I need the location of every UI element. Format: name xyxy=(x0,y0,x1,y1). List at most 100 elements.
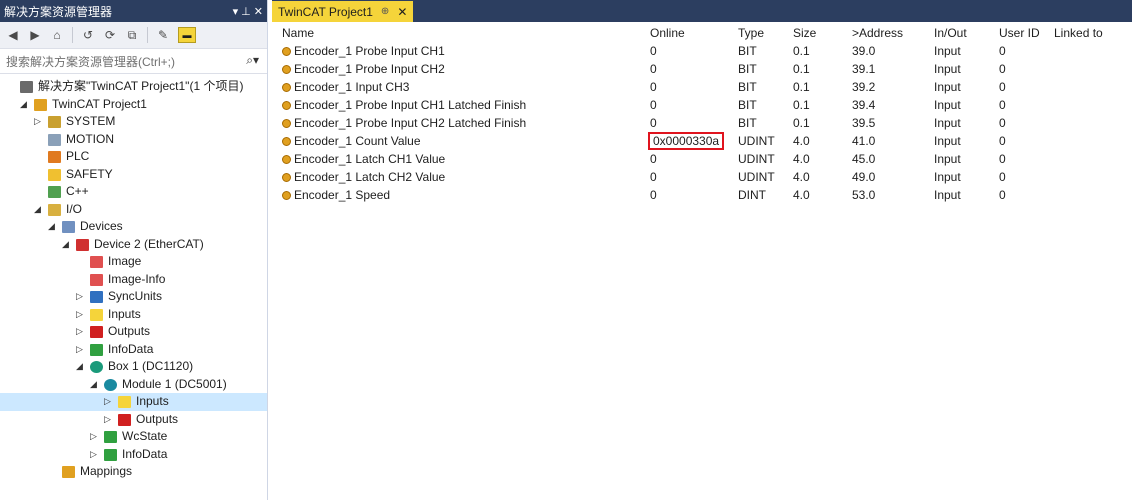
inout-value: Input xyxy=(934,170,961,184)
collapse-arrow-icon[interactable]: ◢ xyxy=(62,236,72,254)
expand-arrow-icon[interactable]: ▷ xyxy=(104,393,114,411)
home-icon[interactable]: ⌂ xyxy=(50,28,64,42)
tree-node[interactable]: ▷ WcState xyxy=(0,428,267,446)
variable-name-cell: Encoder_1 Latch CH2 Value xyxy=(282,168,445,186)
tree-node-label: MOTION xyxy=(66,131,114,146)
tree-node[interactable]: ▷ Outputs xyxy=(0,411,267,429)
table-row[interactable]: Encoder_1 Input CH3 0 BIT 0.1 39.2 Input 0 xyxy=(272,78,1132,96)
tree-node-label: C++ xyxy=(66,184,89,198)
userid-cell: 0 xyxy=(999,114,1006,132)
col-header-userid[interactable]: User ID xyxy=(999,24,1040,42)
search-input[interactable]: 搜索解决方案资源管理器(Ctrl+;) xyxy=(6,53,175,70)
address-cell: 39.0 xyxy=(852,42,875,60)
io-icon xyxy=(48,203,61,216)
expand-arrow-icon[interactable]: ▷ xyxy=(76,306,86,324)
tree-node[interactable]: 解决方案"TwinCAT Project1"(1 个项目) xyxy=(0,78,267,96)
copy-icon[interactable]: ⧉ xyxy=(125,28,139,42)
expand-arrow-icon[interactable]: ▷ xyxy=(104,411,114,429)
refresh-icon[interactable]: ⟳ xyxy=(103,28,117,42)
expand-arrow-icon[interactable]: ▷ xyxy=(76,323,86,341)
tab-twincat-project1[interactable]: TwinCAT Project1 ⊕ ✕ xyxy=(272,1,414,22)
tree-node[interactable]: ▷ Inputs xyxy=(0,306,267,324)
table-row[interactable]: Encoder_1 Probe Input CH1 0 BIT 0.1 39.0 Inpu… xyxy=(272,42,1132,60)
table-row[interactable]: Encoder_1 Probe Input CH2 Latched Finish… xyxy=(272,114,1132,132)
tree-node[interactable]: Mappings xyxy=(0,463,267,481)
tree-node[interactable]: ◢ Device 2 (EtherCAT) xyxy=(0,236,267,254)
collapse-arrow-icon[interactable]: ◢ xyxy=(34,201,44,219)
table-row[interactable]: Encoder_1 Speed 0 DINT 4.0 53.0 Input 0 xyxy=(272,186,1132,204)
address-cell: 49.0 xyxy=(852,168,875,186)
type-value: UDINT xyxy=(738,170,775,184)
userid-cell: 0 xyxy=(999,42,1006,60)
tree-node[interactable]: ◢ TwinCAT Project1 xyxy=(0,96,267,114)
tree-node[interactable]: ◢ Box 1 (DC1120) xyxy=(0,358,267,376)
properties-icon[interactable]: ✎ xyxy=(156,28,170,42)
expand-arrow-icon[interactable]: ▷ xyxy=(90,428,100,446)
tree-node-label: PLC xyxy=(66,149,90,163)
collapse-arrow-icon[interactable]: ◢ xyxy=(48,218,58,236)
history-icon[interactable]: ↺ xyxy=(81,28,95,42)
col-header-address[interactable]: >Address xyxy=(852,24,903,42)
table-row[interactable]: Encoder_1 Probe Input CH2 0 BIT 0.1 39.1 Inpu… xyxy=(272,60,1132,78)
ethercat-icon xyxy=(76,238,89,251)
tree-node-label: Image-Info xyxy=(108,271,166,286)
col-header-inout[interactable]: In/Out xyxy=(934,24,967,42)
inout-cell: Input xyxy=(934,60,961,78)
expand-arrow-icon[interactable]: ▷ xyxy=(76,341,86,359)
tree-node[interactable]: ▷ Inputs xyxy=(0,393,267,411)
pane-window-controls[interactable]: ▾ ⊥ ✕ xyxy=(233,0,263,22)
collapse-arrow-icon[interactable]: ◢ xyxy=(90,376,100,394)
col-header-size[interactable]: Size xyxy=(793,24,816,42)
tab-pin-icon[interactable]: ⊕ xyxy=(381,6,389,17)
userid-cell: 0 xyxy=(999,150,1006,168)
pin-toggle-icon[interactable]: ▬ xyxy=(178,27,196,43)
collapse-arrow-icon[interactable]: ◢ xyxy=(76,358,86,376)
type-cell: UDINT xyxy=(738,132,775,150)
tree-node[interactable]: PLC xyxy=(0,148,267,166)
table-row[interactable]: Encoder_1 Latch CH2 Value 0 UDINT 4.0 49.0 In… xyxy=(272,168,1132,186)
tree-node[interactable]: Image-Info xyxy=(0,271,267,289)
tree-node-label: WcState xyxy=(122,429,168,443)
expand-arrow-icon[interactable]: ▷ xyxy=(34,113,44,131)
tree-node[interactable]: ◢ I/O xyxy=(0,201,267,219)
tab-close-icon[interactable]: ✕ xyxy=(397,5,407,19)
col-header-name[interactable]: Name xyxy=(282,24,314,42)
tree-node[interactable]: SAFETY xyxy=(0,166,267,184)
expand-arrow-icon[interactable]: ▷ xyxy=(90,446,100,464)
collapse-arrow-icon[interactable]: ◢ xyxy=(20,96,30,114)
userid-value: 0 xyxy=(999,44,1006,58)
userid-cell: 0 xyxy=(999,132,1006,150)
tree-node[interactable]: MOTION xyxy=(0,131,267,149)
type-cell: BIT xyxy=(738,114,757,132)
table-row[interactable]: Encoder_1 Count Value 0x0000330a UDINT 4.0 4… xyxy=(272,132,1132,150)
input-variable-icon xyxy=(282,119,291,129)
tree-node[interactable]: ◢ Devices xyxy=(0,218,267,236)
col-header-type[interactable]: Type xyxy=(738,24,764,42)
table-row[interactable]: Encoder_1 Probe Input CH1 Latched Finish… xyxy=(272,96,1132,114)
variable-name-cell: Encoder_1 Probe Input CH1 xyxy=(282,42,445,60)
size-value: 0.1 xyxy=(793,98,810,112)
inout-value: Input xyxy=(934,98,961,112)
expand-arrow-icon[interactable]: ▷ xyxy=(76,288,86,306)
image-icon xyxy=(90,256,103,268)
table-row[interactable]: Encoder_1 Latch CH1 Value 0 UDINT 4.0 45.0 In… xyxy=(272,150,1132,168)
syncunits-icon xyxy=(90,291,103,303)
tree-node[interactable]: ▷ InfoData xyxy=(0,446,267,464)
col-header-linked[interactable]: Linked to xyxy=(1054,24,1103,42)
tree-node[interactable]: ▷ InfoData xyxy=(0,341,267,359)
tree-node-label: SAFETY xyxy=(66,166,113,181)
tree-node[interactable]: ▷ SyncUnits xyxy=(0,288,267,306)
tree-node[interactable]: ◢ Module 1 (DC5001) xyxy=(0,376,267,394)
online-value: 0 xyxy=(650,116,657,130)
forward-icon[interactable]: ▶ xyxy=(28,28,42,42)
col-header-online[interactable]: Online xyxy=(650,24,685,42)
tree-node[interactable]: ▷ SYSTEM xyxy=(0,113,267,131)
tree-node[interactable]: Image xyxy=(0,253,267,271)
search-box[interactable]: 搜索解决方案资源管理器(Ctrl+;) ⌕▾ xyxy=(0,49,267,74)
tree-node[interactable]: ▷ Outputs xyxy=(0,323,267,341)
address-cell: 53.0 xyxy=(852,186,875,204)
solution-explorer-pane: 解决方案资源管理器 ▾ ⊥ ✕ ◀ ▶ ⌂ ↺ ⟳ ⧉ ✎ ▬ 搜索解决方案资源… xyxy=(0,0,268,500)
search-icon[interactable]: ⌕▾ xyxy=(246,53,259,68)
tree-node[interactable]: C++ xyxy=(0,183,267,201)
back-icon[interactable]: ◀ xyxy=(6,28,20,42)
